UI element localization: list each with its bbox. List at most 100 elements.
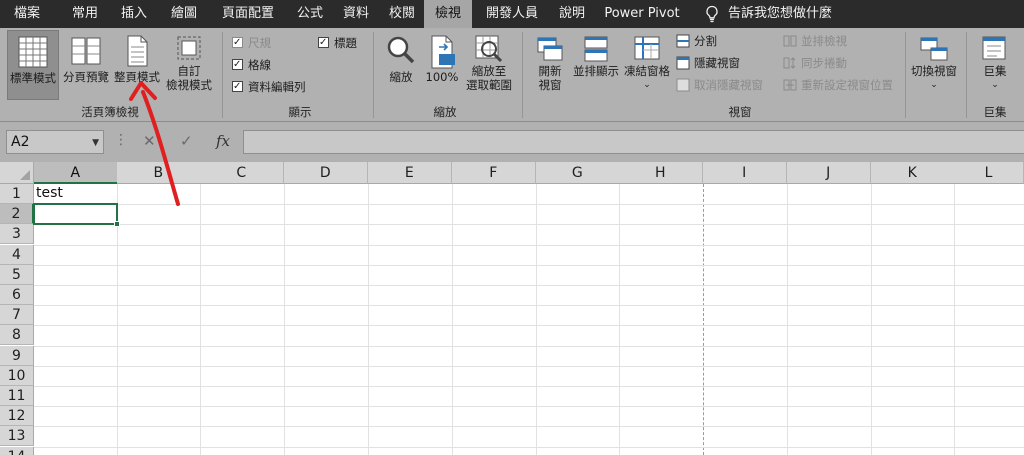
tab-data[interactable]: 資料: [334, 0, 378, 28]
switch-windows-button[interactable]: 切換視窗 ⌄: [908, 30, 960, 100]
unhide-window-button[interactable]: 取消隱藏視窗: [676, 76, 763, 94]
tab-developer[interactable]: 開發人員: [476, 0, 548, 28]
row-header-8[interactable]: 8: [0, 325, 34, 346]
chevron-down-icon: ⌄: [643, 80, 651, 90]
ruler-check: [232, 34, 243, 52]
reset-window-position-button[interactable]: 重新設定視窗位置: [783, 76, 893, 94]
normal-view-label: 標準模式: [10, 71, 56, 85]
reset-position-icon: [783, 79, 797, 91]
new-window-button[interactable]: 開新 視窗: [530, 30, 570, 100]
row-header-12[interactable]: 12: [0, 406, 34, 427]
arrange-all-label: 並排顯示: [573, 64, 619, 78]
column-header-g[interactable]: G: [536, 162, 620, 184]
tab-home[interactable]: 常用: [58, 0, 112, 28]
page-layout-label: 整頁模式: [114, 70, 160, 84]
tab-draw[interactable]: 繪圖: [162, 0, 206, 28]
column-header-a[interactable]: A: [34, 162, 118, 184]
tab-insert[interactable]: 插入: [112, 0, 156, 28]
hide-window-button[interactable]: 隱藏視窗: [676, 54, 740, 72]
row-header-13[interactable]: 13: [0, 426, 34, 447]
sync-scroll-label: 同步捲動: [801, 56, 847, 70]
group-label-zoom: 縮放: [433, 105, 457, 119]
column-header-e[interactable]: E: [368, 162, 452, 184]
row-header-4[interactable]: 4: [0, 244, 34, 265]
formula-input[interactable]: [243, 130, 1024, 154]
row-header-7[interactable]: 7: [0, 305, 34, 326]
macros-label: 巨集: [983, 64, 1007, 78]
freeze-panes-button[interactable]: 凍結窗格 ⌄: [622, 30, 672, 100]
active-cell-selection[interactable]: [33, 203, 118, 225]
select-all-button[interactable]: [0, 162, 34, 184]
more-options-icon[interactable]: ⋮: [114, 132, 128, 148]
row-header-5[interactable]: 5: [0, 264, 34, 285]
hide-window-label: 隱藏視窗: [694, 56, 740, 70]
row-header-2[interactable]: 2: [0, 204, 34, 225]
ribbon-separator: [222, 32, 223, 118]
gridline-horizontal: [34, 446, 1024, 448]
fill-handle[interactable]: [114, 221, 120, 227]
tab-review[interactable]: 校閱: [380, 0, 424, 28]
tab-formulas[interactable]: 公式: [288, 0, 332, 28]
column-header-d[interactable]: D: [284, 162, 368, 184]
page-layout-button[interactable]: 整頁模式: [112, 30, 162, 100]
name-box-value: A2: [11, 134, 30, 150]
row-header-10[interactable]: 10: [0, 365, 34, 386]
headings-checkbox[interactable]: 標題: [318, 34, 357, 52]
row-header-9[interactable]: 9: [0, 345, 34, 366]
formula-bar-checkbox[interactable]: 資料編輯列: [232, 78, 306, 96]
arrange-all-icon: [584, 36, 608, 62]
macros-button[interactable]: 巨集 ⌄: [972, 30, 1018, 100]
zoom-100-button[interactable]: 100%: [422, 30, 462, 100]
name-box[interactable]: A2 ▼: [6, 130, 104, 154]
formula-bar: A2 ▼ ⋮ ✕ ✓ fx: [0, 122, 1024, 162]
gridlines-checkbox[interactable]: 格線: [232, 56, 271, 74]
gridlines-check: [232, 56, 243, 74]
row-header-6[interactable]: 6: [0, 285, 34, 305]
row-header-1[interactable]: 1: [0, 184, 34, 204]
normal-view-button[interactable]: 標準模式: [7, 30, 59, 100]
column-header-c[interactable]: C: [200, 162, 284, 184]
magnifier-icon: [387, 36, 415, 64]
tab-page-layout[interactable]: 頁面配置: [212, 0, 284, 28]
row-header-3[interactable]: 3: [0, 224, 34, 245]
split-button[interactable]: 分割: [676, 32, 717, 50]
page-break-preview-label: 分頁預覽: [63, 70, 109, 84]
zoom-button[interactable]: 縮放: [382, 30, 420, 100]
row-header-11[interactable]: 11: [0, 386, 34, 406]
group-label-workbook-views: 活頁簿檢視: [81, 105, 139, 119]
tab-help[interactable]: 說明: [552, 0, 592, 28]
column-header-l[interactable]: L: [954, 162, 1024, 184]
switch-windows-label: 切換視窗: [911, 64, 957, 78]
cell-a1[interactable]: test: [36, 185, 63, 201]
ruler-checkbox[interactable]: 尺規: [232, 34, 271, 52]
custom-views-button[interactable]: 自訂 檢視模式: [164, 30, 214, 100]
gridline-horizontal: [34, 305, 1024, 307]
column-header-h[interactable]: H: [619, 162, 703, 184]
dropdown-arrow-icon[interactable]: ▼: [92, 132, 99, 154]
row-header-14[interactable]: 14: [0, 446, 34, 455]
gridline-horizontal: [34, 345, 1024, 347]
insert-function-icon[interactable]: fx: [216, 132, 230, 150]
gridline-horizontal: [34, 365, 1024, 367]
sync-scrolling-button[interactable]: 同步捲動: [783, 54, 847, 72]
column-header-f[interactable]: F: [452, 162, 536, 184]
new-window-icon: [537, 37, 563, 61]
tab-file[interactable]: 檔案: [0, 0, 54, 28]
column-header-b[interactable]: B: [117, 162, 201, 184]
zoom-label: 縮放: [389, 70, 413, 84]
tell-me-search[interactable]: 告訴我您想做什麼: [728, 0, 834, 28]
switch-windows-icon: [920, 37, 948, 61]
zoom-to-selection-button[interactable]: 縮放至 選取範圍: [464, 30, 514, 100]
page-break-preview-button[interactable]: 分頁預覽: [60, 30, 112, 100]
tab-view[interactable]: 檢視: [424, 0, 472, 28]
column-header-i[interactable]: I: [703, 162, 787, 184]
gridline-horizontal: [34, 264, 1024, 266]
cancel-icon[interactable]: ✕: [143, 132, 156, 150]
freeze-panes-icon: [634, 36, 660, 60]
view-side-by-side-button[interactable]: 並排檢視: [783, 32, 847, 50]
column-header-k[interactable]: K: [871, 162, 955, 184]
tab-power-pivot[interactable]: Power Pivot: [598, 0, 686, 28]
arrange-all-button[interactable]: 並排顯示: [570, 30, 622, 100]
column-header-j[interactable]: J: [787, 162, 871, 184]
enter-icon[interactable]: ✓: [180, 132, 193, 150]
